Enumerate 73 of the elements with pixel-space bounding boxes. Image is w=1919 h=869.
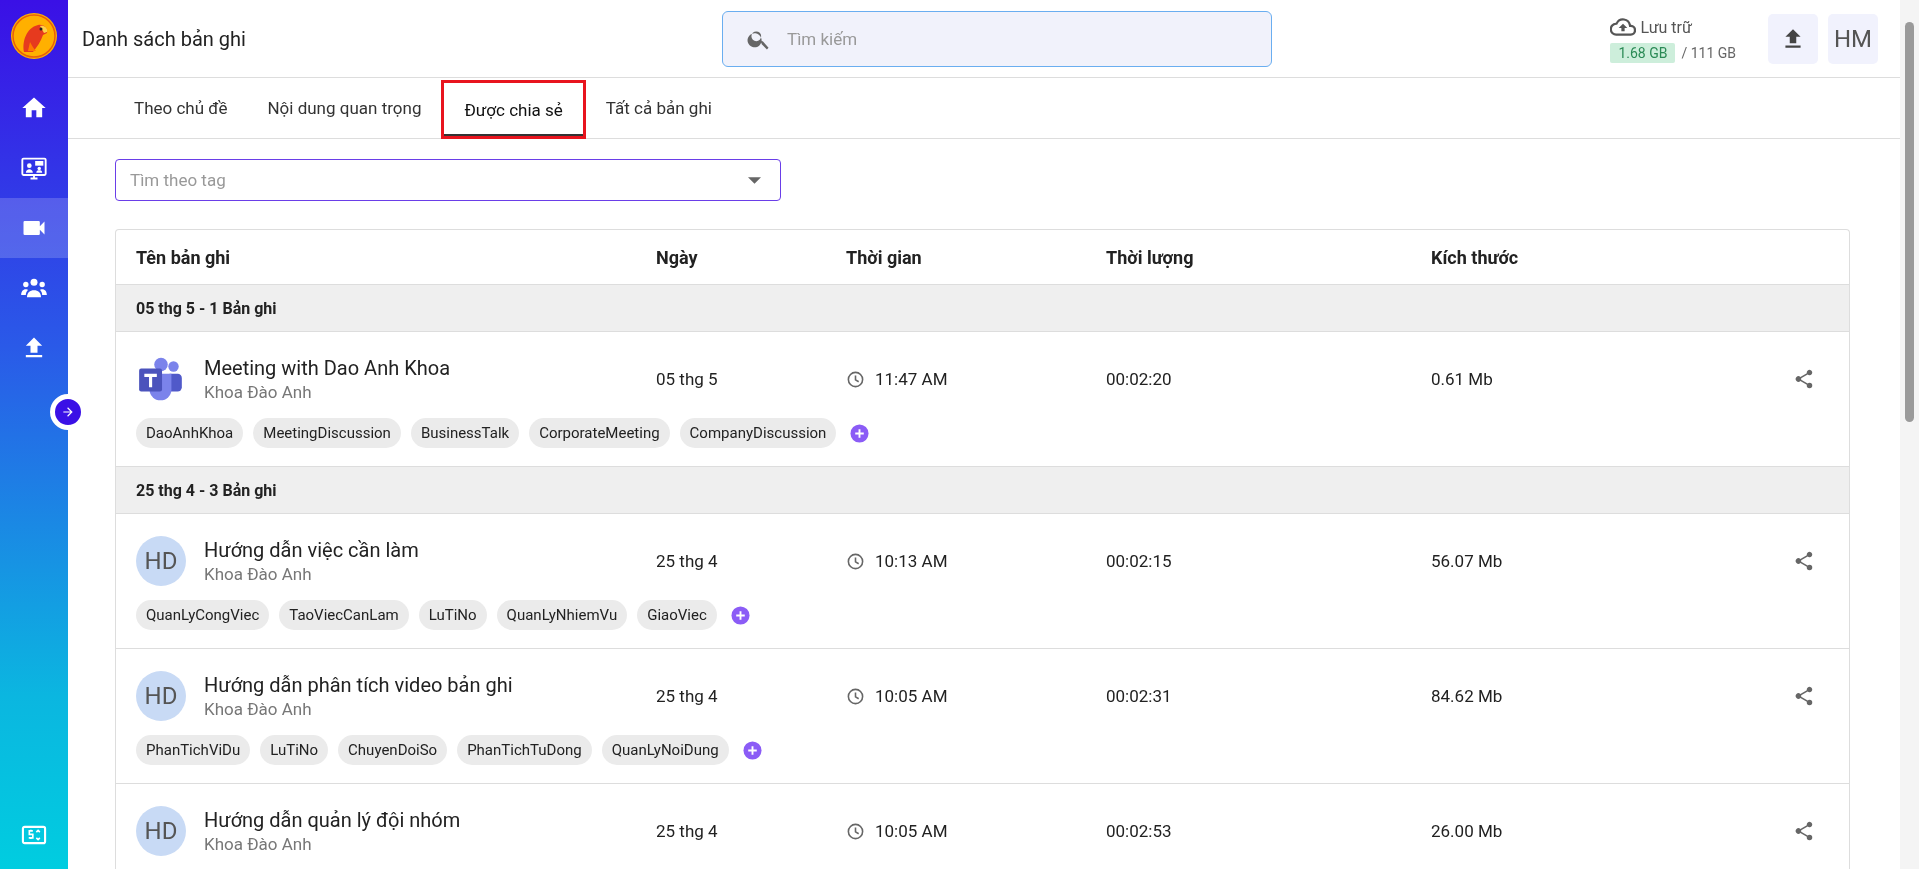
clock-icon — [846, 686, 865, 706]
scrollbar[interactable] — [1900, 0, 1919, 869]
group-header: 25 thg 4 - 3 Bản ghi — [116, 467, 1849, 514]
column-header: Tên bản ghi — [135, 246, 232, 268]
date-cell-text: 25 thg 4 — [655, 551, 719, 571]
size-cell-text: 56.07 Mb — [1430, 551, 1504, 571]
page-title: Danh sách bản ghi — [82, 26, 247, 51]
size-cell-text: 0.61 Mb — [1430, 369, 1494, 389]
tag-filter-dropdown[interactable]: Tìm theo tag — [115, 159, 781, 201]
tag-chip[interactable]: QuanLyNhiemVu — [496, 600, 628, 630]
user-avatar-button[interactable]: HM — [1828, 13, 1878, 64]
tag-chip[interactable]: PhanTichViDu — [136, 735, 251, 765]
avatar: HD — [136, 536, 186, 586]
tag-chip[interactable]: ChuyenDoiSo — [338, 735, 448, 765]
tag-chip[interactable]: PhanTichTuDong — [457, 735, 592, 765]
recording-owner: Khoa Đào Anh — [204, 699, 313, 719]
tab[interactable]: Được chia sẻ — [441, 80, 586, 139]
sidebar-item[interactable] — [0, 198, 68, 258]
size-cell-text: 26.00 Mb — [1430, 821, 1504, 841]
duration-cell-text: 00:02:53 — [1105, 821, 1173, 841]
clock-icon — [846, 551, 865, 571]
tab[interactable]: Tất cả bản ghi — [585, 78, 732, 138]
recording-owner: Khoa Đào Anh — [204, 834, 313, 854]
tag-chip[interactable]: GiaoViec — [637, 600, 717, 630]
recording-title[interactable]: Hướng dẫn quản lý đội nhóm — [204, 808, 461, 832]
arrow-right-icon — [61, 405, 75, 419]
tag-chip[interactable]: MeetingDiscussion — [253, 418, 401, 448]
date-cell-text: 25 thg 4 — [655, 686, 719, 706]
upload-button[interactable] — [1768, 13, 1818, 64]
tag-chip[interactable]: CorporateMeeting — [529, 418, 670, 448]
tag-chip[interactable]: LuTiNo — [418, 600, 487, 630]
duration-cell-text: 00:02:31 — [1105, 686, 1173, 706]
time-cell: 10:05 AM — [875, 821, 948, 841]
recording-title[interactable]: Hướng dẫn việc cần làm — [204, 538, 419, 562]
tag-chip[interactable]: TaoViecCanLam — [279, 600, 409, 630]
duration-cell-text: 00:02:20 — [1105, 369, 1173, 389]
tag-chip[interactable]: BusinessTalk — [410, 418, 520, 448]
search-field[interactable]: Tìm kiếm — [722, 10, 1272, 67]
recording-owner: Khoa Đào Anh — [204, 382, 313, 402]
duration-cell-text: 00:02:15 — [1105, 551, 1173, 571]
column-header: Kích thước — [1430, 246, 1520, 268]
avatar: HD — [136, 671, 186, 721]
column-header: Ngày — [655, 246, 699, 268]
group-header: 05 thg 5 - 1 Bản ghi — [116, 285, 1849, 332]
date-cell-text: 25 thg 4 — [655, 821, 719, 841]
recording-title[interactable]: Meeting with Dao Anh Khoa — [204, 356, 450, 380]
recording-title[interactable]: Hướng dẫn phân tích video bản ghi — [204, 673, 513, 697]
storage-total: / 111 GB — [1681, 45, 1736, 61]
add-tag-button[interactable] — [730, 605, 750, 625]
clock-icon — [846, 821, 865, 841]
tag-chip[interactable]: DaoAnhKhoa — [136, 418, 244, 448]
time-cell: 11:47 AM — [875, 369, 948, 389]
column-header: Thời lượng — [1105, 246, 1195, 268]
clock-icon — [846, 369, 865, 389]
storage-label: Lưu trữ — [1640, 17, 1692, 37]
tag-chip[interactable]: QuanLyNoiDung — [601, 735, 729, 765]
time-cell: 10:13 AM — [875, 551, 948, 571]
tag-chip[interactable]: QuanLyCongViec — [136, 600, 270, 630]
storage-used: 1.68 GB — [1610, 43, 1676, 63]
tab[interactable]: Theo chủ đề — [114, 78, 248, 138]
tab[interactable]: Nội dung quan trọng — [247, 78, 442, 138]
time-cell: 10:05 AM — [875, 686, 948, 706]
parrot-logo-icon — [10, 12, 58, 60]
size-cell-text: 84.62 Mb — [1430, 686, 1504, 706]
column-header: Thời gian — [845, 246, 923, 268]
date-cell-text: 05 thg 5 — [655, 369, 719, 389]
add-tag-button[interactable] — [850, 423, 870, 443]
add-tag-button[interactable] — [742, 740, 762, 760]
caret-icon — [748, 177, 761, 184]
tag-chip[interactable]: LuTiNo — [260, 735, 329, 765]
avatar: HD — [136, 806, 186, 856]
recording-owner: Khoa Đào Anh — [204, 564, 313, 584]
tag-chip[interactable]: CompanyDiscussion — [679, 418, 837, 448]
